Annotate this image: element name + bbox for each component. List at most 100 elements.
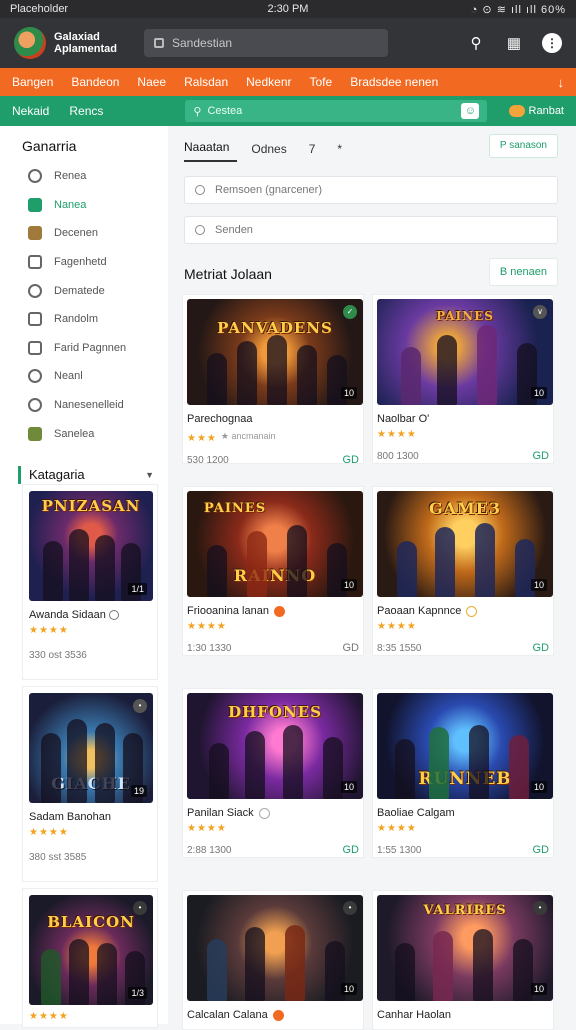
game-card[interactable]: RUNNEB 10 Baoliae Calgam ★★★★ 1:55 1300 G… [372, 688, 554, 858]
nav-item[interactable]: Tofe [310, 75, 333, 89]
search-icon [154, 38, 164, 48]
game-card[interactable]: BLAICON • 1/3 ★★★★ [22, 888, 158, 1028]
info-icon[interactable] [258, 807, 270, 819]
game-meta: 330 ost 3536 [29, 650, 87, 661]
sidebar-item[interactable]: Nanesenelleid [0, 391, 168, 420]
game-card[interactable]: PAINES ∨ 10 Naolbar O' ★★★★ 800 1300 GD [372, 294, 554, 464]
puzzle-icon[interactable]: ▦ [504, 33, 524, 53]
secondary-field-placeholder: Senden [215, 224, 253, 236]
game-thumbnail: PANVADENS ✓ 10 [187, 299, 363, 405]
app-logo-icon[interactable] [14, 27, 46, 59]
sidebar-item[interactable]: Farid Pagnnen [0, 334, 168, 363]
secondary-nav-item[interactable]: Rencs [69, 104, 103, 118]
sidebar-item[interactable]: Sanelea [0, 419, 168, 448]
secondary-nav-right-link[interactable]: Ranbat [508, 105, 564, 117]
sidebar-item[interactable]: Neanl [0, 362, 168, 391]
gauge-icon [28, 369, 42, 384]
top-search-placeholder: Sandestian [172, 36, 233, 50]
game-card[interactable]: • 10 Calcalan Calana [182, 890, 364, 1030]
game-title: Parechognaa [187, 413, 253, 425]
game-price[interactable]: GD [533, 642, 550, 654]
status-indicators: ◔ ⊙ ≋ ıll ıll 60% [470, 3, 566, 16]
tab-item[interactable]: Odnes [251, 142, 294, 162]
game-rating: ★★★★ [29, 625, 69, 636]
game-price[interactable]: GD [343, 642, 360, 654]
game-card[interactable]: PNIZASAN 1/1 Awanda Sidaan ★★★★ 330 ost … [22, 484, 158, 680]
sidebar-item-label: Sanelea [54, 427, 95, 440]
download-icon[interactable]: ↓ [558, 75, 565, 90]
game-card[interactable]: GIACHE • 19 Sadam Banohan ★★★★ 380 sst 3… [22, 686, 158, 882]
sidebar-item[interactable]: Dematede [0, 276, 168, 305]
sidebar-item-label: Renea [54, 170, 87, 183]
top-search-input[interactable]: Sandestian [144, 29, 388, 57]
game-rating: ★★★★ [377, 621, 417, 632]
secondary-nav-item[interactable]: Nekaid [12, 104, 49, 118]
game-badge: 10 [530, 983, 547, 995]
tab-item[interactable]: Naaatan [184, 140, 238, 162]
fire-icon [272, 1009, 284, 1021]
game-badge: 10 [340, 983, 357, 995]
game-logo-text: GAME3 [428, 499, 502, 518]
search-icon [195, 185, 205, 195]
game-thumbnail: • 10 [187, 895, 363, 1001]
main-content: Naaatan Odnes 7 * P sanason Remsoen (gna… [168, 126, 576, 1030]
game-price[interactable]: GD [343, 454, 360, 466]
sidebar-item-label: Dematede [54, 284, 105, 297]
sidebar-item[interactable]: Fagenhetd [0, 248, 168, 277]
menu-icon[interactable]: • [133, 901, 147, 915]
secondary-search-placeholder: Cestea [207, 105, 243, 117]
tab-item[interactable]: * [337, 142, 350, 162]
filter-search-input[interactable]: Remsoen (gnarcener) [184, 176, 558, 204]
search-icon[interactable]: ⚲ [466, 33, 486, 53]
game-price[interactable]: GD [343, 844, 360, 856]
game-thumbnail: VALRIRES • 10 [377, 895, 553, 1001]
nav-item[interactable]: Bangen [12, 75, 53, 89]
leaf-icon [28, 426, 42, 441]
sidebar-item[interactable]: Decenen [0, 219, 168, 248]
game-badge: 10 [340, 387, 357, 399]
game-badge: 10 [340, 579, 357, 591]
game-rating: ★★★★ [377, 823, 417, 834]
game-title: Panilan Siack [187, 807, 254, 819]
game-price[interactable]: GD [533, 450, 550, 462]
lock-icon [28, 169, 42, 184]
app-title: Galaxiad Aplamentad [54, 31, 117, 55]
info-icon[interactable] [466, 605, 478, 617]
secondary-search-input[interactable]: ⚲ Cestea ☺ [185, 100, 488, 122]
filter-search-placeholder: Remsoen (gnarcener) [215, 184, 322, 196]
tab-item[interactable]: 7 [309, 142, 324, 162]
secondary-search-field[interactable]: Senden [184, 216, 558, 244]
game-price[interactable]: GD [533, 844, 550, 856]
user-icon[interactable]: ☺ [461, 103, 480, 119]
menu-icon[interactable]: • [533, 901, 547, 915]
game-card[interactable]: GAME3 10 Paoaan Kapnnce ★★★★ 8:35 1550 GD [372, 486, 554, 656]
nav-item[interactable]: Ralsdan [184, 75, 228, 89]
tab-action-button[interactable]: P sanason [488, 134, 558, 158]
game-thumbnail: DHFONES 10 [187, 693, 363, 799]
game-card[interactable]: VALRIRES • 10 Canhar Haolan [372, 890, 554, 1030]
nav-item[interactable]: Nedkenr [246, 75, 291, 89]
sidebar-title: Ganarria [22, 138, 77, 154]
sidebar-item[interactable]: Renea [0, 162, 168, 191]
nav-item[interactable]: Bradsdee nenen [350, 75, 438, 89]
menu-icon[interactable]: • [343, 901, 357, 915]
secondary-nav: Nekaid Rencs ⚲ Cestea ☺ Ranbat [0, 96, 576, 126]
section-action-button[interactable]: B nenaen [488, 258, 558, 286]
game-card[interactable]: PANVADENS ✓ 10 Parechognaa ★★★ ★ ancmana… [182, 294, 364, 466]
category-dropdown[interactable]: Katagaria ▼ [18, 465, 168, 484]
nav-item[interactable]: Naee [137, 75, 166, 89]
sidebar-item[interactable]: Nanea [0, 191, 168, 220]
game-logo-text: PNIZASAN [41, 497, 141, 515]
more-icon[interactable]: ⋮ [542, 33, 562, 53]
info-icon[interactable] [108, 610, 119, 621]
sidebar-item[interactable]: Randolm [0, 305, 168, 334]
game-logo-text: PAINES [203, 501, 267, 516]
nav-item[interactable]: Bandeon [71, 75, 119, 89]
house-icon [28, 312, 42, 327]
game-card[interactable]: PAINES RAINNO 10 Friooanina lanan ★★★★ 1… [182, 486, 364, 656]
game-card[interactable]: DHFONES 10 Panilan Siack ★★★★ 2:88 1300 G… [182, 688, 364, 858]
game-badge: 10 [530, 387, 547, 399]
menu-icon[interactable]: • [133, 699, 147, 713]
game-meta: 1:55 1300 [377, 844, 422, 856]
verified-icon: ✓ [343, 305, 357, 319]
